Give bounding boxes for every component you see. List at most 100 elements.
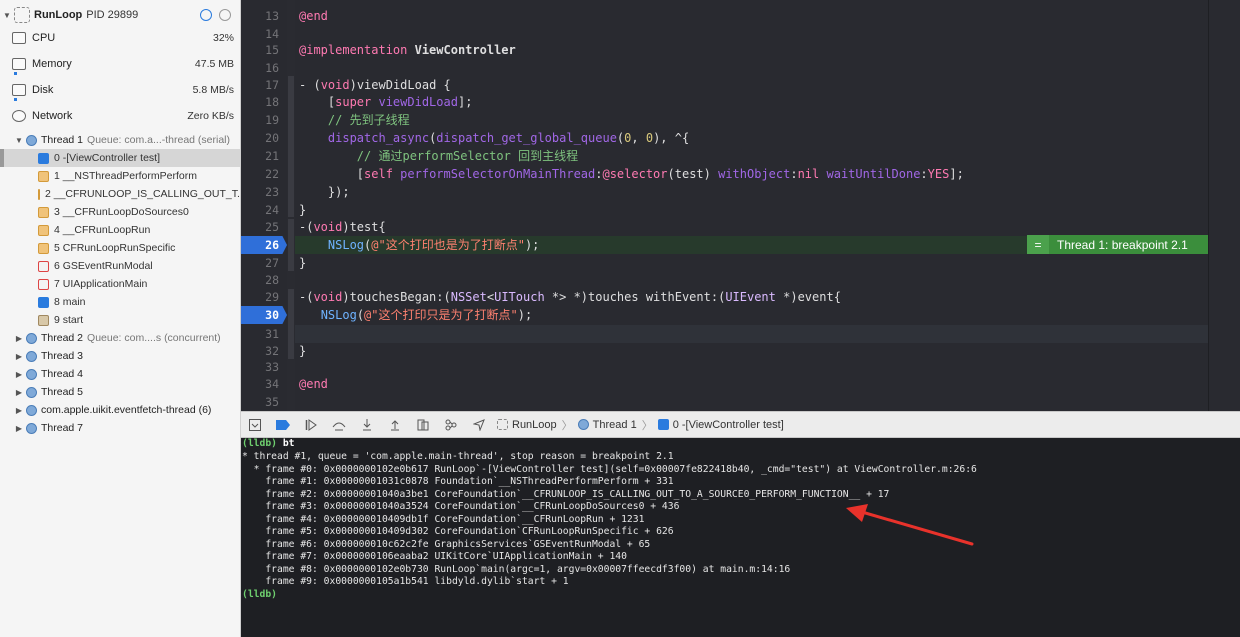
line-number[interactable]: 13 [241,7,279,25]
code-line[interactable]: } [299,342,306,360]
line-number[interactable]: 28 [241,271,279,289]
line-number[interactable]: 17 [241,76,279,94]
disclosure-triangle-icon[interactable]: ▼ [14,136,24,145]
code-line[interactable]: -(void)test{ [299,218,386,236]
line-number[interactable]: 16 [241,59,279,77]
stack-frame-row[interactable]: 7 UIApplicationMain [38,275,240,293]
pause-process-icon[interactable] [219,9,231,21]
code-line[interactable]: NSLog(@"这个打印也是为了打断点"); [299,236,540,254]
code-line[interactable]: - (void)viewDidLoad { [299,76,451,94]
breakpoint-marker[interactable]: 30 [241,306,287,324]
code-line[interactable]: dispatch_async(dispatch_get_global_queue… [299,129,689,147]
line-number[interactable]: 19 [241,111,279,129]
view-process-by-thread-icon[interactable] [200,9,212,21]
stack-frame-row[interactable]: 5 CFRunLoopRunSpecific [38,239,240,257]
code-line[interactable]: // 通过performSelector 回到主线程 [299,147,578,165]
function-name: dispatch_async [327,131,430,145]
thread-row[interactable]: ▶ Thread 4 [14,365,240,383]
stack-frame-row[interactable]: 1 __NSThreadPerformPerform [38,167,240,185]
gauge-disk[interactable]: Disk 5.8 MB/s [0,79,240,101]
stack-frame-row[interactable]: 2 __CFRUNLOOP_IS_CALLING_OUT_T... [38,185,240,203]
lldb-console[interactable]: (lldb) bt * thread #1, queue = 'com.appl… [241,438,1240,637]
console-command-line[interactable]: (lldb) [242,589,277,601]
gauge-network[interactable]: Network Zero KB/s [0,105,240,127]
line-number[interactable]: 23 [241,183,279,201]
line-number[interactable]: 29 [241,288,279,306]
line-number[interactable]: 34 [241,375,279,393]
line-number[interactable]: 24 [241,201,279,219]
code-line[interactable]: // 先到子线程 [299,111,410,129]
disclosure-triangle-icon[interactable]: ▶ [14,406,24,415]
thread-row[interactable]: ▶ Thread 3 [14,347,240,365]
gauge-memory[interactable]: Memory 47.5 MB [0,53,240,75]
minimap-scroll-area[interactable] [1208,0,1240,411]
line-number[interactable]: 18 [241,93,279,111]
view-hierarchy-button[interactable] [416,418,430,432]
code-line[interactable]: } [299,201,306,219]
simulate-location-button[interactable] [472,418,486,432]
debug-breadcrumb[interactable]: RunLoop 〉 Thread 1 〉 0 -[ViewController … [497,417,784,433]
console-output-line: frame #1: 0x00000001031c0878 Foundation`… [242,476,674,487]
step-out-button[interactable] [388,418,402,432]
code-line[interactable]: @implementation ViewController [299,41,516,59]
disclosure-triangle-icon[interactable]: ▼ [2,11,12,20]
code-line[interactable]: } [299,254,306,272]
line-number[interactable]: 27 [241,254,279,272]
line-number[interactable]: 35 [241,393,279,411]
disclosure-triangle-icon[interactable]: ▶ [14,388,24,397]
code-line[interactable]: [self performSelectorOnMainThread: @selec… [299,165,964,183]
stack-frame-row[interactable]: 3 __CFRunLoopDoSources0 [38,203,240,221]
stack-frame-row[interactable]: 9 start [38,311,240,329]
breakpoint-annotation[interactable]: = Thread 1: breakpoint 2.1 [1027,235,1208,254]
code-line[interactable]: [super viewDidLoad]; [299,93,473,111]
line-number[interactable]: 21 [241,147,279,165]
memory-graph-button[interactable] [444,418,458,432]
breakpoints-toggle-button[interactable] [276,418,290,432]
line-number[interactable]: 31 [241,325,279,343]
step-over-button[interactable] [332,418,346,432]
thread-row[interactable]: ▶ com.apple.uikit.eventfetch-thread (6) [14,401,240,419]
step-into-button[interactable] [360,418,374,432]
code-line[interactable]: NSLog(@"这个打印只是为了打断点"); [299,306,533,324]
code-line[interactable]: @end [299,7,328,25]
process-row[interactable]: ▼ RunLoop PID 29899 [0,6,240,24]
stack-frame-row[interactable]: 0 -[ViewController test] [0,149,240,167]
fold-region[interactable] [288,76,294,217]
thread-row[interactable]: ▼ Thread 1 Queue: com.a...-thread (seria… [14,131,240,149]
line-number[interactable]: 22 [241,165,279,183]
disclosure-triangle-icon[interactable]: ▶ [14,370,24,379]
disclosure-triangle-icon[interactable]: ▶ [14,424,24,433]
stack-frame-row[interactable]: 4 __CFRunLoopRun [38,221,240,239]
stack-frame-row[interactable]: 6 GSEventRunModal [38,257,240,275]
gauge-bar [14,72,17,75]
thread-row[interactable]: ▶ Thread 5 [14,383,240,401]
gauge-label: Network [32,110,73,122]
code-token: } [299,344,307,358]
line-number[interactable]: 20 [241,129,279,147]
line-number[interactable]: 15 [241,41,279,59]
continue-button[interactable] [304,418,318,432]
disclosure-triangle-icon[interactable]: ▶ [14,352,24,361]
breadcrumb-item[interactable]: Thread 1 [593,419,637,431]
line-number[interactable]: 33 [241,358,279,376]
code-line[interactable]: -(void)touchesBegan:(NSSet<UITouch *> *)… [299,288,841,306]
code-line[interactable]: @end [299,375,328,393]
breadcrumb-item[interactable]: RunLoop [512,419,557,431]
breadcrumb-item[interactable]: 0 -[ViewController test] [673,419,784,431]
disclosure-triangle-icon[interactable]: ▶ [14,334,24,343]
line-number[interactable]: 25 [241,218,279,236]
memory-icon [12,58,26,70]
line-number-gutter[interactable]: 13 14 15 16 17 18 19 20 21 22 23 24 25 2… [241,0,287,411]
breakpoint-marker[interactable]: 26 [241,236,287,254]
gauge-cpu[interactable]: CPU 32% [0,27,240,49]
cpu-icon [12,32,26,44]
source-editor[interactable]: 13 14 15 16 17 18 19 20 21 22 23 24 25 2… [241,0,1240,411]
hide-debug-area-button[interactable] [248,418,262,432]
fold-region[interactable] [288,289,294,359]
stack-frame-row[interactable]: 8 main [38,293,240,311]
fold-region[interactable] [288,219,294,271]
thread-row[interactable]: ▶ Thread 7 [14,419,240,437]
thread-row[interactable]: ▶ Thread 2 Queue: com....s (concurrent) [14,329,240,347]
code-line[interactable]: }); [299,183,350,201]
